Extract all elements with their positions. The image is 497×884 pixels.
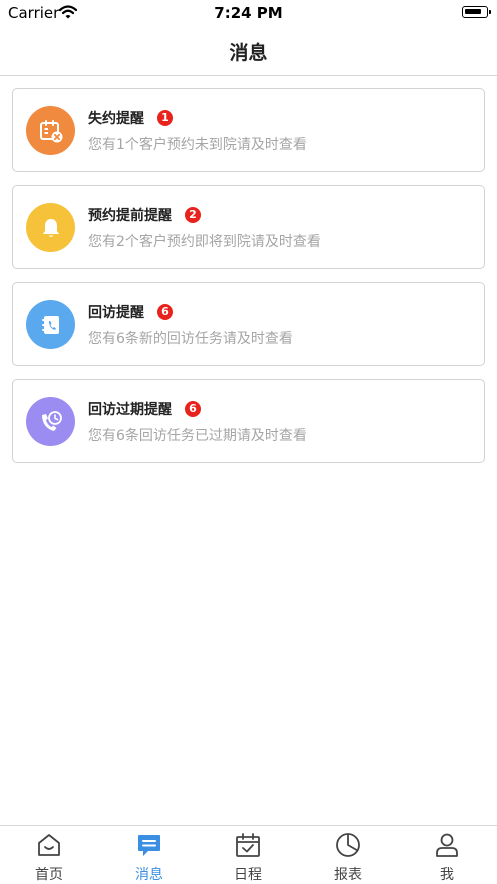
message-description: 您有6条回访任务已过期请及时查看 xyxy=(88,428,307,444)
message-item-follow-up-overdue[interactable]: 回访过期提醒 6 您有6条回访任务已过期请及时查看 xyxy=(12,379,485,463)
tab-home[interactable]: 首页 xyxy=(9,826,89,884)
pie-chart-icon xyxy=(336,833,360,857)
message-description: 您有1个客户预约未到院请及时查看 xyxy=(88,137,307,153)
tab-label: 我 xyxy=(440,867,454,883)
message-icon xyxy=(138,835,160,856)
page-title: 消息 xyxy=(229,42,268,64)
home-icon xyxy=(38,834,60,856)
tab-bar: 首页 消息 日程 报表 我 xyxy=(0,825,497,884)
bell-icon xyxy=(26,203,75,252)
unread-badge: 2 xyxy=(185,207,201,223)
calendar-check-icon xyxy=(236,833,260,857)
tab-label: 报表 xyxy=(334,867,362,883)
user-icon xyxy=(436,833,458,857)
message-description: 您有2个客户预约即将到院请及时查看 xyxy=(88,234,321,250)
tab-label: 日程 xyxy=(234,867,262,883)
message-title: 回访过期提醒 xyxy=(88,402,172,418)
navigation-bar: 消息 xyxy=(0,26,497,76)
message-list: 失约提醒 1 您有1个客户预约未到院请及时查看 预约提前提醒 2 您有2个客户预… xyxy=(12,88,485,476)
phone-clock-icon xyxy=(26,397,75,446)
phone-book-icon xyxy=(26,300,75,349)
unread-badge: 6 xyxy=(185,401,201,417)
tab-schedule[interactable]: 日程 xyxy=(208,826,288,884)
message-item-appointment-reminder[interactable]: 预约提前提醒 2 您有2个客户预约即将到院请及时查看 xyxy=(12,185,485,269)
message-item-follow-up[interactable]: 回访提醒 6 您有6条新的回访任务请及时查看 xyxy=(12,282,485,366)
tab-reports[interactable]: 报表 xyxy=(308,826,388,884)
message-title: 预约提前提醒 xyxy=(88,208,172,224)
tab-label: 首页 xyxy=(35,867,63,883)
status-time: 7:24 PM xyxy=(214,4,283,22)
unread-badge: 1 xyxy=(157,110,173,126)
battery-icon xyxy=(462,6,491,18)
tab-label: 消息 xyxy=(135,867,163,883)
message-title: 回访提醒 xyxy=(88,305,144,321)
tab-me[interactable]: 我 xyxy=(407,826,487,884)
message-description: 您有6条新的回访任务请及时查看 xyxy=(88,331,293,347)
unread-badge: 6 xyxy=(157,304,173,320)
status-bar: Carrier 7:24 PM xyxy=(0,0,497,26)
message-item-missed-appointment[interactable]: 失约提醒 1 您有1个客户预约未到院请及时查看 xyxy=(12,88,485,172)
calendar-cancel-icon xyxy=(26,106,75,155)
message-title: 失约提醒 xyxy=(88,111,144,127)
tab-messages[interactable]: 消息 xyxy=(109,826,189,884)
